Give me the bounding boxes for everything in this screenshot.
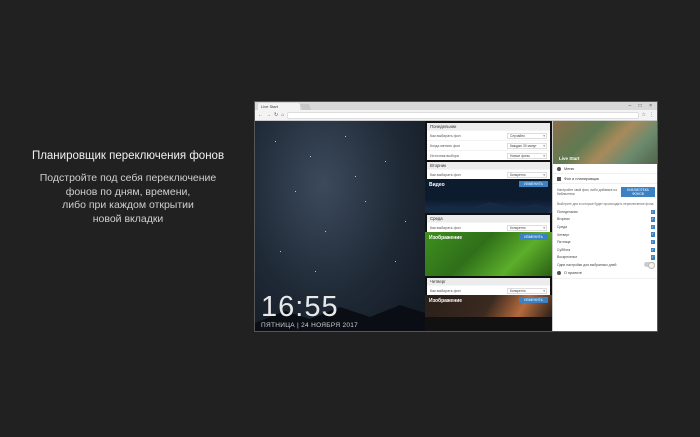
menu-icon[interactable]: ⋮ <box>649 112 654 118</box>
schedule-day-tuesday: Вторник Как выбирать фон Конкретно <box>427 162 550 179</box>
checkbox-icon[interactable]: ✓ <box>650 255 655 260</box>
new-tab-button[interactable] <box>299 104 312 110</box>
change-button[interactable]: ИЗМЕНИТЬ <box>519 234 548 240</box>
setting-row: Когда менять фон Каждые 30 минут <box>427 140 550 150</box>
setting-row: Как выбирать фон Конкретно <box>427 285 550 295</box>
day-label: Среда <box>557 224 568 229</box>
clock-time: 16:55 <box>261 291 339 323</box>
day-heading: Среда <box>427 215 550 222</box>
library-description: Настройте свой фон, либо добавьте из биб… <box>557 188 617 196</box>
setting-label: Как выбирать фон <box>430 133 461 138</box>
day-toggle-row[interactable]: Суббота ✓ <box>553 246 657 254</box>
checkbox-icon[interactable]: ✓ <box>650 239 655 245</box>
setting-row: Как выбирать фон Случайно <box>427 130 550 140</box>
menu-icon <box>557 166 561 171</box>
setting-select[interactable]: Конкретно <box>507 287 547 294</box>
setting-label: Источник выбора <box>430 153 459 158</box>
wednesday-media-preview: Изображение ИЗМЕНИТЬ <box>425 232 552 276</box>
reload-icon[interactable]: ↻ <box>274 112 278 118</box>
promo-title: Планировщик переключения фонов <box>31 150 225 162</box>
checkbox-icon[interactable]: ✓ <box>650 224 655 230</box>
setting-label: Как выбирать фон <box>430 225 461 230</box>
browser-toolbar: ← → ↻ ⌂ ☆ ⋮ <box>255 110 657 121</box>
day-label: Воскресенье <box>557 255 578 260</box>
setting-label: Как выбирать фон <box>430 288 461 293</box>
day-heading: Вторник <box>427 162 550 169</box>
day-heading: Понедельник <box>427 123 550 130</box>
setting-label: Как выбирать фон <box>430 172 461 177</box>
schedule-panel: Понедельник Как выбирать фон Случайно Ко… <box>425 121 552 331</box>
browser-window: Live Start – □ × ← → ↻ ⌂ ☆ ⋮ 16:55 ПЯТНИ… <box>254 101 658 332</box>
day-toggle-row[interactable]: Вторник ✓ <box>553 216 657 224</box>
day-label: Четверг <box>557 232 570 237</box>
menu-item-label: Меню <box>564 166 575 171</box>
backgrounds-item[interactable]: Фон и планировщик <box>553 174 657 184</box>
clock-date: ПЯТНИЦА | 24 НОЯБРЯ 2017 <box>261 322 359 329</box>
panel-header-image: Live Start <box>553 121 657 164</box>
day-label: Понедельник <box>557 209 578 214</box>
setting-select[interactable]: Новые фоны <box>507 152 547 159</box>
change-button[interactable]: ИЗМЕНИТЬ <box>519 297 548 303</box>
day-toggle-row[interactable]: Пятница ✓ <box>553 238 657 246</box>
day-label: Суббота <box>557 247 571 252</box>
days-note: Выберите дни в которые будет происходить… <box>557 202 654 206</box>
tab-bar: Live Start – □ × <box>255 102 657 110</box>
about-item[interactable]: О проекте <box>553 269 657 279</box>
mountains-silhouette <box>425 202 548 213</box>
home-icon[interactable]: ⌂ <box>281 112 284 118</box>
setting-row: Источник выбора Новые фоны <box>427 150 550 160</box>
star-icon[interactable]: ☆ <box>642 112 646 118</box>
setting-select[interactable]: Каждые 30 минут <box>507 142 547 149</box>
setting-row: Как выбирать фон Конкретно <box>427 222 550 232</box>
schedule-day-thursday: Четверг Как выбирать фон Конкретно <box>427 278 550 295</box>
day-label: Вторник <box>557 217 570 222</box>
address-bar[interactable] <box>287 111 639 119</box>
media-label: Изображение <box>429 235 463 241</box>
info-icon <box>557 271 561 276</box>
image-icon <box>557 176 561 181</box>
day-toggle-row[interactable]: Воскресенье ✓ <box>553 254 657 262</box>
promo-subtitle: Подстройте под себя переключение фонов п… <box>39 172 217 225</box>
about-label: О проекте <box>564 271 582 276</box>
day-toggle-row[interactable]: Понедельник ✓ <box>553 208 657 216</box>
checkbox-icon[interactable]: ✓ <box>650 232 655 237</box>
panel-image-label: Live Start <box>559 156 580 161</box>
setting-label: Когда менять фон <box>430 143 461 148</box>
schedule-day-monday: Понедельник Как выбирать фон Случайно Ко… <box>427 123 550 160</box>
menu-item[interactable]: Меню <box>553 164 657 174</box>
day-label: Пятница <box>557 240 571 245</box>
forward-icon[interactable]: → <box>266 112 271 118</box>
background-image: 16:55 ПЯТНИЦА | 24 НОЯБРЯ 2017 <box>255 121 425 331</box>
settings-panel: Live Start Меню Фон и планировщик Настро… <box>552 121 657 331</box>
promo-block: Планировщик переключения фонов Подстройт… <box>0 150 256 226</box>
day-heading: Четверг <box>427 278 550 285</box>
setting-row: Как выбирать фон Конкретно <box>427 169 550 179</box>
media-label: Видео <box>429 182 445 188</box>
same-settings-toggle[interactable] <box>644 262 655 270</box>
checkbox-icon[interactable]: ✓ <box>650 217 655 222</box>
setting-select[interactable]: Конкретно <box>507 171 547 178</box>
day-toggle-row[interactable]: Среда ✓ <box>553 223 657 231</box>
thursday-media-preview: Изображение ИЗМЕНИТЬ <box>425 295 552 317</box>
day-toggle-row[interactable]: Четверг ✓ <box>553 231 657 239</box>
browser-tab[interactable]: Live Start <box>258 103 300 110</box>
window-controls[interactable]: – □ × <box>629 102 656 110</box>
back-icon[interactable]: ← <box>258 112 263 118</box>
setting-select[interactable]: Конкретно <box>507 224 547 231</box>
schedule-day-wednesday: Среда Как выбирать фон Конкретно <box>427 215 550 232</box>
checkbox-icon[interactable]: ✓ <box>650 247 655 253</box>
same-settings-row[interactable]: Одни настройки для выбранных дней <box>553 261 657 270</box>
new-tab-page: 16:55 ПЯТНИЦА | 24 НОЯБРЯ 2017 Понедельн… <box>255 121 657 331</box>
backgrounds-item-label: Фон и планировщик <box>564 176 600 181</box>
library-button[interactable]: БИБЛИОТЕКА ФОНОВ <box>621 187 655 197</box>
checkbox-icon[interactable]: ✓ <box>650 209 655 215</box>
tuesday-media-preview: Видео ИЗМЕНИТЬ <box>425 179 552 213</box>
library-section: Настройте свой фон, либо добавьте из биб… <box>553 184 657 200</box>
same-settings-label: Одни настройки для выбранных дней <box>557 262 617 267</box>
media-label: Изображение <box>429 298 463 304</box>
change-button[interactable]: ИЗМЕНИТЬ <box>519 181 548 187</box>
setting-select[interactable]: Случайно <box>507 132 547 139</box>
